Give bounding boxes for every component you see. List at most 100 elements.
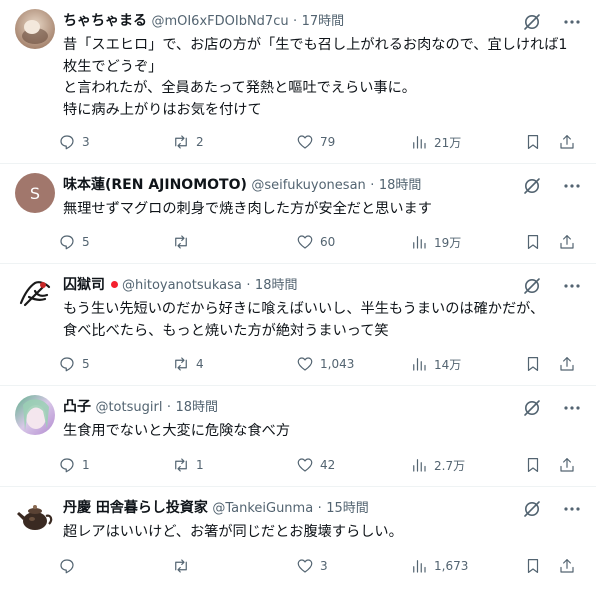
reply-feed: ちゃちゃまる @mOI6xFDOIbNd7cu · 17時間 昔「スエヒロ」で、… xyxy=(0,0,596,590)
display-name[interactable]: 味本蓮(REN AJINOMOTO) xyxy=(63,177,247,193)
avatar-image: S xyxy=(15,173,55,213)
grok-icon[interactable] xyxy=(522,12,542,32)
display-name[interactable]: ちゃちゃまる xyxy=(63,13,147,29)
bookmark-button[interactable] xyxy=(524,554,542,578)
bookmark-icon xyxy=(527,458,539,472)
action-bar: 5 60 19万 xyxy=(58,230,588,254)
action-bar: 3 2 79 21万 xyxy=(58,130,588,154)
views-icon xyxy=(413,560,426,573)
user-handle[interactable]: @totsugirl xyxy=(95,400,162,415)
share-button[interactable] xyxy=(558,230,576,254)
post[interactable]: S 味本蓮(REN AJINOMOTO) @seifukuyonesan · 1… xyxy=(0,164,596,264)
more-icon[interactable] xyxy=(562,499,582,519)
avatar[interactable]: S xyxy=(15,173,55,213)
avatar[interactable] xyxy=(15,496,55,536)
like-button[interactable]: 1,043 xyxy=(296,352,354,376)
views-icon xyxy=(413,136,426,149)
like-button[interactable]: 60 xyxy=(296,230,335,254)
display-name[interactable]: 凸子 xyxy=(63,399,91,415)
views-icon xyxy=(413,459,426,472)
timestamp[interactable]: 18時間 xyxy=(255,278,298,293)
more-icon[interactable] xyxy=(562,176,582,196)
post-text: もう生い先短いのだから好きに喰えばいいし、半生もうまいのは確かだが、 食べ比べた… xyxy=(63,301,545,339)
reply-button[interactable]: 5 xyxy=(58,352,90,376)
reply-count: 1 xyxy=(82,458,90,472)
repost-count: 2 xyxy=(196,135,204,149)
repost-button[interactable]: 4 xyxy=(172,352,204,376)
views-button[interactable]: 21万 xyxy=(410,130,461,154)
views-button[interactable]: 19万 xyxy=(410,230,461,254)
separator: · xyxy=(370,178,375,193)
grok-icon[interactable] xyxy=(522,276,542,296)
grok-icon[interactable] xyxy=(522,176,542,196)
bookmark-button[interactable] xyxy=(524,352,542,376)
like-icon xyxy=(297,135,313,149)
like-count: 1,043 xyxy=(320,357,355,371)
post-text: 昔「スエヒロ」で、お店の方が「生でも召し上がれるお肉なので、宜しければ1枚生でど… xyxy=(63,37,568,118)
repost-button[interactable] xyxy=(172,554,196,578)
like-icon xyxy=(297,559,313,573)
reply-count: 5 xyxy=(82,357,90,371)
display-name[interactable]: 囚獄司 xyxy=(63,277,105,293)
reply-icon xyxy=(60,458,74,473)
share-button[interactable] xyxy=(558,554,576,578)
bookmark-button[interactable] xyxy=(524,453,542,477)
share-button[interactable] xyxy=(558,352,576,376)
grok-icon[interactable] xyxy=(522,499,542,519)
status-badge xyxy=(111,281,118,288)
views-button[interactable]: 14万 xyxy=(410,352,461,376)
timestamp[interactable]: 15時間 xyxy=(326,501,369,516)
user-handle[interactable]: @seifukuyonesan xyxy=(251,178,365,193)
avatar[interactable] xyxy=(15,273,55,313)
reply-icon xyxy=(60,135,74,150)
avatar-letter: S xyxy=(30,184,40,203)
timestamp[interactable]: 18時間 xyxy=(175,400,218,415)
post[interactable]: 囚獄司 @hitoyanotsukasa · 18時間 もう生い先短いのだから好き… xyxy=(0,264,596,386)
like-button[interactable]: 3 xyxy=(296,554,328,578)
post-header: ちゃちゃまる @mOI6xFDOIbNd7cu · 17時間 xyxy=(63,10,526,32)
more-icon[interactable] xyxy=(562,398,582,418)
like-count: 42 xyxy=(320,458,336,472)
view-count: 21万 xyxy=(434,135,462,150)
post[interactable]: 凸子 @totsugirl · 18時間 生食用でないと大変に危険な食べ方 1 … xyxy=(0,386,596,487)
avatar[interactable] xyxy=(15,9,55,49)
user-handle[interactable]: @mOI6xFDOIbNd7cu xyxy=(151,14,288,29)
repost-button[interactable] xyxy=(172,230,196,254)
reply-button[interactable]: 5 xyxy=(58,230,90,254)
views-button[interactable]: 1,673 xyxy=(410,554,468,578)
avatar[interactable] xyxy=(15,395,55,435)
timestamp[interactable]: 17時間 xyxy=(302,14,345,29)
repost-button[interactable]: 2 xyxy=(172,130,204,154)
share-button[interactable] xyxy=(558,130,576,154)
reply-button[interactable]: 3 xyxy=(58,130,90,154)
like-icon xyxy=(297,235,313,249)
timestamp[interactable]: 18時間 xyxy=(379,178,422,193)
reply-icon xyxy=(60,235,74,250)
user-handle[interactable]: @hitoyanotsukasa xyxy=(122,278,242,293)
repost-icon xyxy=(175,135,187,149)
separator: · xyxy=(293,14,298,29)
repost-icon xyxy=(175,357,187,371)
action-bar: 5 4 1,043 14万 xyxy=(58,352,588,376)
view-count: 19万 xyxy=(434,235,462,250)
user-handle[interactable]: @TankeiGunma xyxy=(212,501,313,516)
post[interactable]: ちゃちゃまる @mOI6xFDOIbNd7cu · 17時間 昔「スエヒロ」で、… xyxy=(0,0,596,164)
bookmark-button[interactable] xyxy=(524,230,542,254)
more-icon[interactable] xyxy=(562,276,582,296)
repost-button[interactable]: 1 xyxy=(172,453,204,477)
like-button[interactable]: 42 xyxy=(296,453,335,477)
reply-button[interactable]: 1 xyxy=(58,453,90,477)
like-button[interactable]: 79 xyxy=(296,130,335,154)
bookmark-button[interactable] xyxy=(524,130,542,154)
display-name[interactable]: 丹慶 田舎暮らし投資家 xyxy=(63,500,208,516)
share-button[interactable] xyxy=(558,453,576,477)
share-icon xyxy=(560,559,574,573)
reply-button[interactable] xyxy=(58,554,82,578)
post[interactable]: 丹慶 田舎暮らし投資家 @TankeiGunma · 15時間 超レアはいいけど… xyxy=(0,487,596,590)
repost-count: 4 xyxy=(196,357,204,371)
more-icon[interactable] xyxy=(562,12,582,32)
action-bar: 1 1 42 2.7万 xyxy=(58,453,588,477)
views-button[interactable]: 2.7万 xyxy=(410,453,465,477)
grok-icon[interactable] xyxy=(522,398,542,418)
post-header: 囚獄司 @hitoyanotsukasa · 18時間 xyxy=(63,274,526,296)
